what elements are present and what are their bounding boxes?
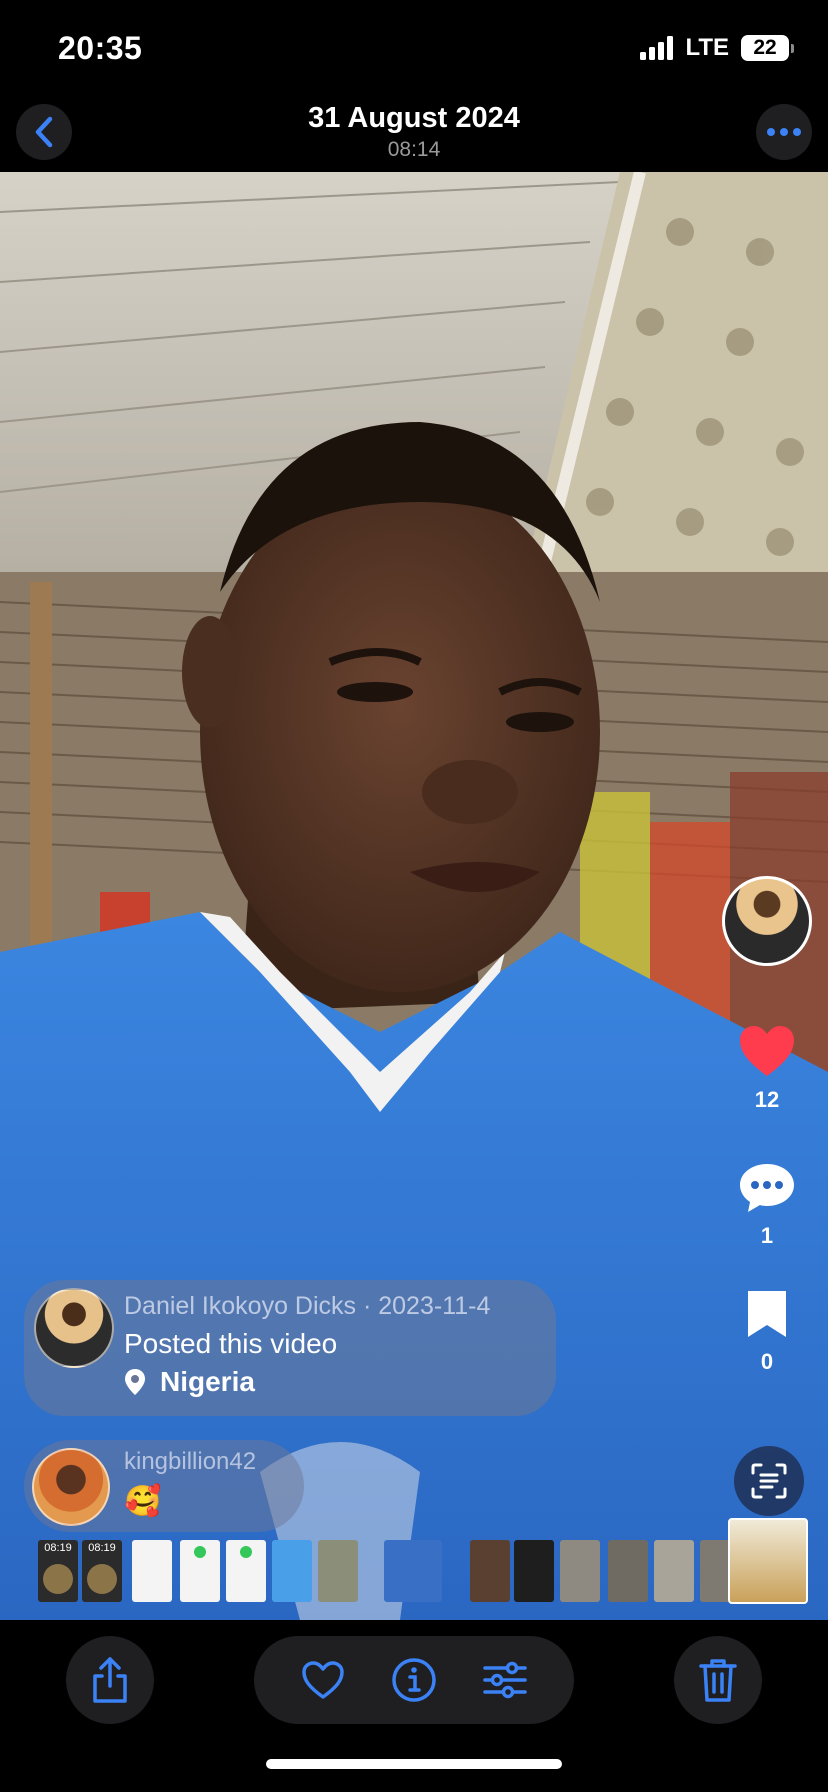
post-info-card[interactable]: Daniel Ikokoyo Dicks · 2023-11-4 Posted …	[24, 1280, 556, 1416]
creator-avatar[interactable]	[722, 876, 812, 966]
action-pill	[254, 1636, 574, 1724]
share-button[interactable]	[66, 1636, 154, 1724]
post-author-date: Daniel Ikokoyo Dicks · 2023-11-4	[124, 1292, 491, 1320]
thumbnail[interactable]	[272, 1540, 312, 1602]
thumbnail-strip[interactable]: 08:19 08:19	[38, 1540, 818, 1602]
comment-action[interactable]: 1	[728, 1160, 806, 1249]
author-avatar[interactable]	[34, 1288, 114, 1368]
heart-outline-icon	[302, 1661, 345, 1699]
like-count: 12	[754, 1087, 780, 1112]
thumbnail[interactable]	[470, 1540, 510, 1602]
save-action[interactable]: 0	[728, 1288, 806, 1375]
thumbnail-time: 08:19	[44, 1542, 72, 1554]
page-title: 31 August 2024	[308, 102, 520, 134]
comment-text: 🥰	[124, 1485, 162, 1518]
network-label: LTE	[685, 34, 729, 61]
info-icon	[392, 1658, 436, 1702]
current-thumbnail[interactable]	[728, 1518, 808, 1604]
thumbnail[interactable]	[560, 1540, 600, 1602]
page-subtitle: 08:14	[387, 138, 441, 161]
text-scan-icon	[751, 1463, 787, 1499]
location-pin-icon	[125, 1369, 145, 1395]
live-text-button[interactable]	[734, 1446, 804, 1516]
comment-icon	[740, 1164, 794, 1212]
home-indicator[interactable]	[266, 1759, 562, 1769]
comment-bubble[interactable]: kingbillion42 🥰	[24, 1440, 304, 1532]
thumbnail[interactable]	[180, 1540, 220, 1602]
thumbnail[interactable]	[654, 1540, 694, 1602]
info-button[interactable]	[386, 1652, 442, 1708]
trash-icon	[699, 1659, 737, 1702]
thumbnail[interactable]: 08:19	[38, 1540, 78, 1602]
status-time: 20:35	[58, 30, 143, 66]
signal-icon	[640, 36, 674, 60]
battery-level: 22	[741, 35, 789, 61]
like-action[interactable]: 12	[728, 1024, 806, 1113]
thumbnail[interactable]: 08:19	[82, 1540, 122, 1602]
ellipsis-icon	[767, 128, 801, 136]
adjust-button[interactable]	[477, 1652, 533, 1708]
thumbnail-time: 08:19	[88, 1542, 116, 1554]
save-count: 0	[760, 1349, 774, 1374]
thumbnail[interactable]	[226, 1540, 266, 1602]
location-label: Nigeria	[160, 1366, 255, 1397]
commenter-avatar[interactable]	[32, 1448, 110, 1526]
thumbnail[interactable]	[318, 1540, 358, 1602]
thumbnail[interactable]	[132, 1540, 172, 1602]
heart-icon	[740, 1026, 794, 1076]
nav-bar: 31 August 2024 08:14	[0, 96, 828, 172]
delete-button[interactable]	[674, 1636, 762, 1724]
more-button[interactable]	[756, 104, 812, 160]
status-bar: 20:35 LTE 22	[0, 0, 828, 96]
commenter-name: kingbillion42	[124, 1448, 257, 1475]
thumbnail[interactable]	[608, 1540, 648, 1602]
thumbnail[interactable]	[514, 1540, 554, 1602]
thumbnail[interactable]	[384, 1540, 442, 1602]
post-location[interactable]: Nigeria	[124, 1366, 255, 1398]
sliders-icon	[482, 1661, 527, 1699]
bookmark-icon	[748, 1291, 786, 1337]
share-icon	[93, 1657, 127, 1703]
post-action-text: Posted this video	[124, 1328, 338, 1359]
status-indicators: LTE 22	[640, 34, 794, 62]
photo-view[interactable]: 12 1 0 Daniel Ikokoyo Dicks · 2023-11-4 …	[0, 172, 828, 1620]
comment-count: 1	[760, 1223, 774, 1248]
battery-icon: 22	[741, 35, 794, 61]
favorite-button[interactable]	[295, 1652, 351, 1708]
